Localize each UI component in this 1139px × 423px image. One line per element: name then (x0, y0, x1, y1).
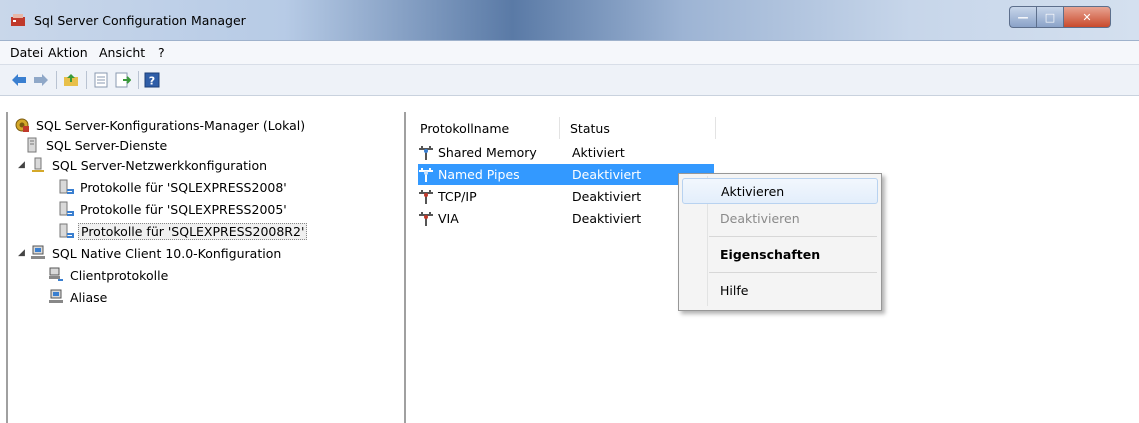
context-item-activate[interactable]: Aktivieren (682, 178, 878, 204)
tree-item-protocols-2008[interactable]: Protokolle für 'SQLEXPRESS2008' (58, 177, 289, 197)
list-row-shared-memory[interactable]: Shared Memory Aktiviert (418, 142, 682, 163)
menu-ansicht[interactable]: Ansicht (99, 45, 145, 60)
protocol-name: Named Pipes (438, 167, 520, 182)
window-title: Sql Server Configuration Manager (34, 13, 246, 28)
list-row-via[interactable]: VIA Deaktiviert (418, 208, 682, 229)
maximize-button[interactable]: □ (1036, 6, 1063, 28)
tree-item-aliases[interactable]: Aliase (48, 287, 109, 307)
maximize-icon: □ (1044, 10, 1056, 24)
svg-text:?: ? (149, 75, 155, 88)
help-icon[interactable]: ? (143, 71, 161, 89)
tree-item-network-config[interactable]: SQL Server-Netzwerkkonfiguration (30, 155, 269, 175)
tree-item-protocols-2005[interactable]: Protokolle für 'SQLEXPRESS2005' (58, 199, 289, 219)
protocol-status: Deaktiviert (572, 211, 642, 226)
menu-bar: Datei Aktion Ansicht ? (0, 41, 1139, 65)
export-icon[interactable] (114, 71, 132, 89)
window-controls: — □ ✕ (1009, 6, 1111, 28)
context-item-help[interactable]: Hilfe (682, 277, 878, 303)
protocol-name: Shared Memory (438, 145, 537, 160)
menu-datei[interactable]: Datei (10, 45, 43, 60)
menu-help[interactable]: ? (158, 45, 165, 60)
menu-aktion[interactable]: Aktion (48, 45, 88, 60)
network-config-icon (30, 157, 46, 173)
protocol-icon (58, 201, 74, 217)
tree-item-services[interactable]: SQL Server-Dienste (24, 135, 169, 155)
tree-item-protocols-2008r2[interactable]: Protokolle für 'SQLEXPRESS2008R2' (58, 221, 308, 241)
minimize-button[interactable]: — (1009, 6, 1036, 28)
tree-item-label: Clientprotokolle (70, 267, 169, 283)
column-header-status[interactable]: Status (560, 117, 716, 139)
column-header-protocol[interactable]: Protokollname (410, 117, 560, 139)
alias-icon (48, 289, 64, 305)
protocol-name: TCP/IP (438, 189, 477, 204)
tree-item-client-protocols[interactable]: Clientprotokolle (48, 265, 170, 285)
config-manager-icon (14, 117, 30, 133)
protocol-plug-icon (418, 211, 434, 227)
context-menu: Aktivieren Deaktivieren Eigenschaften Hi… (678, 173, 882, 311)
protocol-plug-icon (418, 167, 434, 183)
back-arrow-icon[interactable] (10, 71, 28, 89)
tree-item-config-manager[interactable]: SQL Server-Konfigurations-Manager (Lokal… (14, 115, 307, 135)
collapse-arrow-icon[interactable]: ◢ (18, 160, 25, 170)
tree-item-label: SQL Server-Konfigurations-Manager (Lokal… (36, 117, 306, 133)
title-bar: Sql Server Configuration Manager — □ ✕ (0, 0, 1139, 41)
client-protocol-icon (48, 267, 64, 283)
protocol-plug-icon (418, 189, 434, 205)
properties-icon[interactable] (92, 71, 110, 89)
tree-item-label: Protokolle für 'SQLEXPRESS2005' (80, 201, 287, 217)
protocol-status: Deaktiviert (572, 189, 642, 204)
close-button[interactable]: ✕ (1063, 6, 1111, 28)
tree-item-label: SQL Server-Netzwerkkonfiguration (52, 157, 268, 173)
protocol-plug-icon (418, 145, 434, 161)
context-item-properties[interactable]: Eigenschaften (682, 241, 878, 267)
app-icon (10, 12, 26, 28)
minimize-icon: — (1017, 10, 1029, 24)
native-client-icon (30, 245, 46, 261)
protocol-icon (58, 223, 74, 239)
collapse-arrow-icon[interactable]: ◢ (18, 248, 25, 258)
up-folder-icon[interactable] (62, 71, 80, 89)
tree-item-label: Aliase (70, 289, 108, 305)
forward-arrow-icon[interactable] (32, 71, 50, 89)
context-item-deactivate: Deaktivieren (720, 210, 800, 226)
tree-item-label: SQL Native Client 10.0-Konfiguration (52, 245, 282, 261)
toolbar: ? (0, 65, 1139, 96)
list-row-named-pipes[interactable]: Named Pipes Deaktiviert (418, 164, 714, 185)
protocol-name: VIA (438, 211, 459, 226)
protocol-status: Aktiviert (572, 145, 625, 160)
tree-item-label: Protokolle für 'SQLEXPRESS2008' (80, 179, 287, 195)
close-icon: ✕ (1082, 10, 1092, 24)
protocol-status: Deaktiviert (572, 167, 642, 182)
protocol-icon (58, 179, 74, 195)
services-icon (24, 137, 40, 153)
tree-item-label: SQL Server-Dienste (46, 137, 168, 153)
list-row-tcp-ip[interactable]: TCP/IP Deaktiviert (418, 186, 682, 207)
tree-item-label: Protokolle für 'SQLEXPRESS2008R2' (78, 222, 308, 240)
tree-item-native-client[interactable]: SQL Native Client 10.0-Konfiguration (30, 243, 283, 263)
